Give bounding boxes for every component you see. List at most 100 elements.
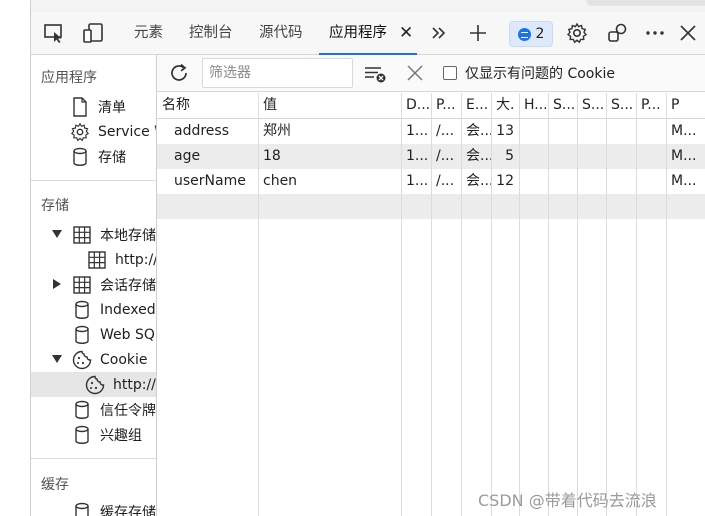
column-divider[interactable]: [461, 93, 462, 516]
filter-input[interactable]: [202, 58, 353, 88]
sidebar-item-local-storage[interactable]: 本地存储: [51, 222, 156, 247]
column-header-sameparty[interactable]: S...: [606, 93, 636, 118]
cell-value[interactable]: chen: [258, 169, 401, 194]
cell-samesite[interactable]: [577, 144, 606, 169]
only-issues-checkbox[interactable]: [443, 66, 457, 80]
cell-name[interactable]: userName: [157, 169, 258, 194]
more-tabs-icon[interactable]: [427, 21, 451, 45]
cell-priority[interactable]: M...: [666, 144, 705, 169]
issues-badge[interactable]: 2: [509, 21, 553, 47]
cell-domain[interactable]: 1...: [401, 119, 431, 144]
cell-sameparty[interactable]: [606, 144, 636, 169]
cell-secure[interactable]: [548, 119, 577, 144]
cell-size[interactable]: 12: [491, 169, 519, 194]
section-cache: 缓存: [41, 477, 69, 493]
delete-cookies-icon[interactable]: [403, 61, 427, 85]
cell-samesite[interactable]: [577, 169, 606, 194]
cell-secure[interactable]: [548, 169, 577, 194]
cell-priority[interactable]: M...: [666, 169, 705, 194]
expand-arrow-down-icon[interactable]: [51, 228, 63, 240]
column-divider[interactable]: [431, 93, 432, 516]
cell-sameparty[interactable]: [606, 119, 636, 144]
settings-gear-icon[interactable]: [565, 21, 589, 45]
divider: [31, 180, 156, 181]
sidebar-item-service-worker[interactable]: Service W: [70, 119, 156, 144]
cell-size[interactable]: 13: [491, 119, 519, 144]
column-divider[interactable]: [548, 93, 549, 516]
cell-expires[interactable]: 会...: [461, 119, 491, 144]
close-tab-icon[interactable]: ✕: [399, 22, 413, 44]
cell-partition-key[interactable]: [636, 119, 666, 144]
column-divider[interactable]: [606, 93, 607, 516]
column-header-samesite[interactable]: S...: [577, 93, 606, 118]
add-tab-icon[interactable]: [466, 21, 490, 45]
sidebar-item-session-storage[interactable]: 会话存储: [51, 272, 156, 297]
cell-value[interactable]: 18: [258, 144, 401, 169]
column-header-size[interactable]: 大.: [491, 93, 519, 118]
column-header-priority[interactable]: P: [666, 93, 705, 118]
sidebar-item-trust-tokens[interactable]: 信任令牌: [72, 397, 156, 422]
column-divider[interactable]: [636, 93, 637, 516]
cell-domain[interactable]: 1...: [401, 144, 431, 169]
device-emulation-icon[interactable]: [81, 21, 105, 45]
cell-partition-key[interactable]: [636, 144, 666, 169]
inspect-element-icon[interactable]: [42, 21, 66, 45]
sidebar-item-storage[interactable]: 存储: [70, 144, 126, 169]
cell-sameparty[interactable]: [606, 169, 636, 194]
cookie-icon: [72, 350, 92, 370]
close-devtools-icon[interactable]: [676, 21, 700, 45]
connection-feedback-icon[interactable]: [605, 21, 629, 45]
sidebar-item-label: http://: [113, 376, 156, 393]
expand-arrow-right-icon[interactable]: [51, 278, 63, 290]
sidebar-item-cache-storage[interactable]: 缓存存储: [72, 499, 156, 516]
only-issues-label: 仅显示有问题的 Cookie: [465, 66, 615, 82]
cell-name[interactable]: age: [157, 144, 258, 169]
cell-secure[interactable]: [548, 144, 577, 169]
column-divider[interactable]: [666, 93, 667, 516]
sidebar-item-cookies-origin[interactable]: http://: [31, 372, 156, 397]
cell-path[interactable]: /...: [431, 169, 461, 194]
cell-name[interactable]: address: [157, 119, 258, 144]
cell-httponly[interactable]: [519, 119, 548, 144]
column-divider[interactable]: [519, 93, 520, 516]
cookie-icon: [85, 375, 105, 395]
cell-samesite[interactable]: [577, 119, 606, 144]
column-divider[interactable]: [401, 93, 402, 516]
expand-arrow-down-icon[interactable]: [51, 353, 63, 365]
cell-partition-key[interactable]: [636, 169, 666, 194]
cell-value[interactable]: 郑州: [258, 119, 401, 144]
tab-elements[interactable]: 元素: [134, 12, 163, 55]
cell-httponly[interactable]: [519, 169, 548, 194]
column-header-path[interactable]: P...: [431, 93, 461, 118]
sidebar-item-web-sql[interactable]: Web SQL: [72, 322, 156, 347]
column-header-value[interactable]: 值: [258, 93, 401, 118]
column-header-secure[interactable]: S...: [548, 93, 577, 118]
column-divider[interactable]: [577, 93, 578, 516]
sidebar-item-indexeddb[interactable]: IndexedD: [72, 297, 156, 322]
column-header-expires[interactable]: E...: [461, 93, 491, 118]
more-options-icon[interactable]: [643, 21, 667, 45]
sidebar-item-cookies[interactable]: Cookie: [51, 347, 148, 372]
cell-expires[interactable]: 会...: [461, 169, 491, 194]
sidebar-item-interest-groups[interactable]: 兴趣组: [72, 422, 142, 447]
sidebar-item-local-storage-origin[interactable]: http://: [87, 247, 156, 272]
clear-filtered-cookies-icon[interactable]: [363, 61, 387, 85]
cell-domain[interactable]: 1...: [401, 169, 431, 194]
sidebar-item-manifest[interactable]: 清单: [70, 94, 126, 119]
tab-sources[interactable]: 源代码: [259, 12, 303, 55]
column-header-partition-key[interactable]: P...: [636, 93, 666, 118]
column-divider[interactable]: [491, 93, 492, 516]
cell-size[interactable]: 5: [491, 144, 519, 169]
cell-priority[interactable]: M...: [666, 119, 705, 144]
cell-path[interactable]: /...: [431, 119, 461, 144]
cell-expires[interactable]: 会...: [461, 144, 491, 169]
cell-path[interactable]: /...: [431, 144, 461, 169]
refresh-icon[interactable]: [167, 61, 191, 85]
cell-httponly[interactable]: [519, 144, 548, 169]
tab-console[interactable]: 控制台: [189, 12, 233, 55]
column-header-name[interactable]: 名称: [157, 93, 258, 118]
column-header-httponly[interactable]: H...: [519, 93, 548, 118]
cookies-toolbar: 仅显示有问题的 Cookie: [157, 55, 705, 92]
column-header-domain[interactable]: D...: [401, 93, 431, 118]
column-divider[interactable]: [258, 93, 259, 516]
